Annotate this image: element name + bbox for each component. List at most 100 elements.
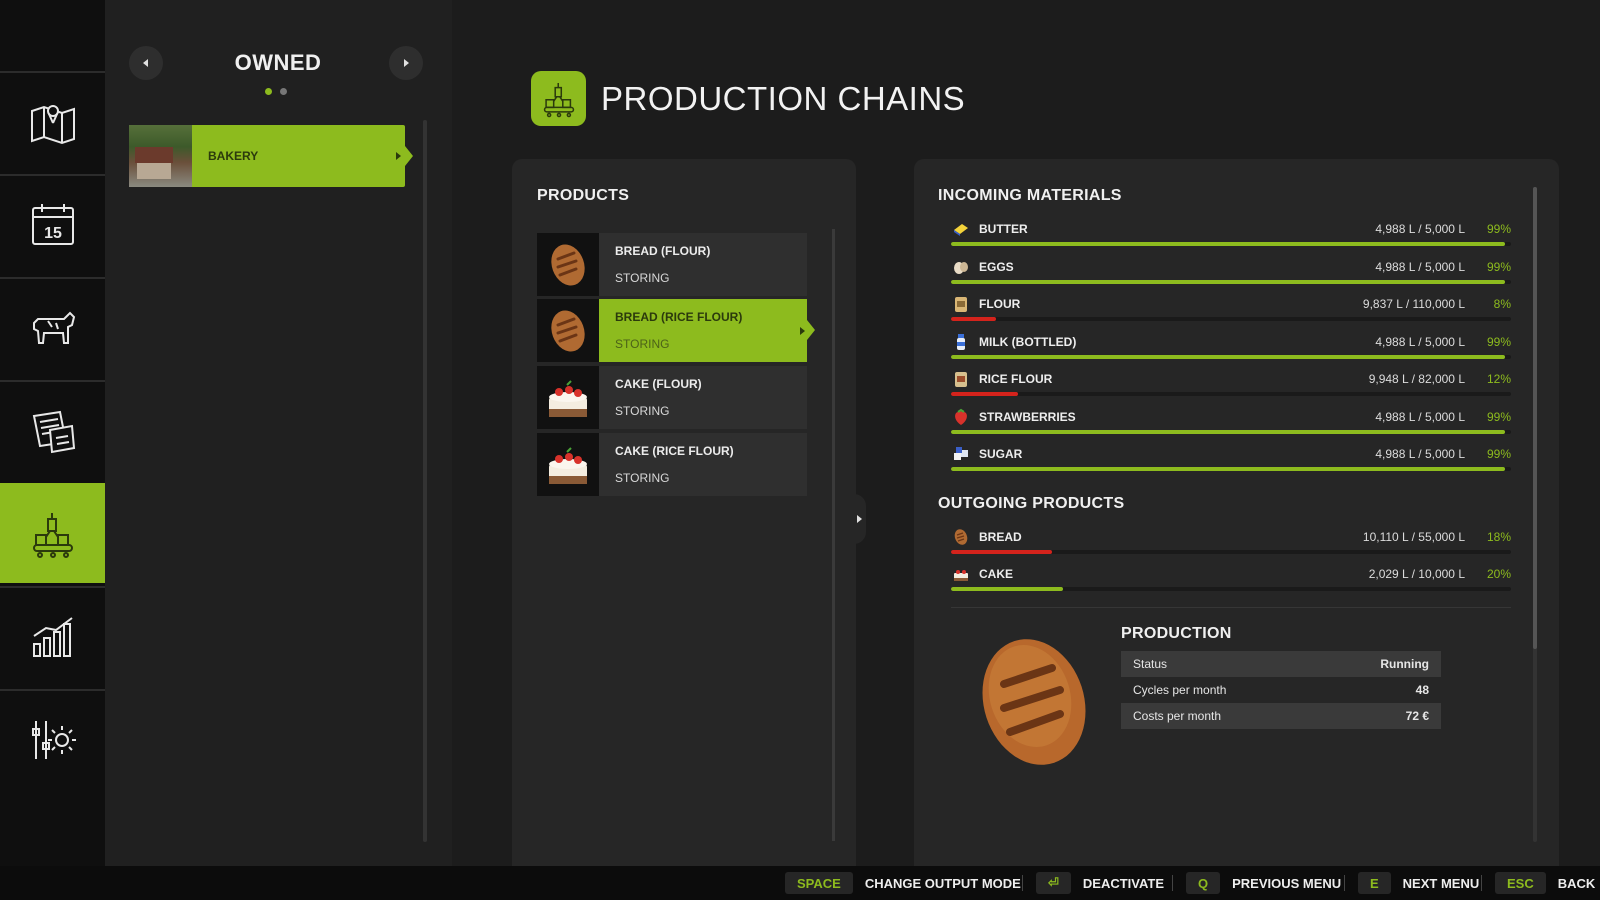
- cake-icon: [537, 366, 599, 429]
- fill-level: [951, 354, 1506, 359]
- material-row-sugar: SUGAR 4,988 L / 5,000 L 99%: [951, 444, 1511, 474]
- owned-panel: OWNED BAKERY: [105, 0, 452, 866]
- owned-scrollbar[interactable]: [423, 120, 427, 842]
- material-amount: 9,948 L / 82,000 L: [1368, 372, 1465, 386]
- product-status: STORING: [615, 404, 670, 418]
- main-nav: 15: [0, 0, 113, 866]
- hint-label: BACK: [1557, 875, 1596, 891]
- hint-previous-menu[interactable]: Q PREVIOUS MENU: [1186, 872, 1341, 894]
- fill-level-bar: [951, 467, 1511, 471]
- material-name: BUTTER: [979, 222, 1028, 236]
- material-percent: 99%: [1486, 222, 1511, 236]
- material-row-strawberries: STRAWBERRIES 4,988 L / 5,000 L 99%: [951, 407, 1511, 437]
- nav-item-contracts[interactable]: [0, 380, 105, 480]
- hint-label: CHANGE OUTPUT MODE: [864, 875, 1021, 891]
- details-scrollbar[interactable]: [1533, 187, 1537, 842]
- material-row-rice-flour: RICE FLOUR 9,948 L / 82,000 L 12%: [951, 369, 1511, 399]
- nav-item-production[interactable]: [0, 483, 113, 583]
- product-item-selected[interactable]: BREAD (RICE FLOUR) STORING: [537, 299, 815, 362]
- hint-back[interactable]: ESC BACK: [1495, 872, 1595, 894]
- calendar-icon: 15: [31, 204, 74, 245]
- fill-level: [951, 429, 1506, 434]
- material-name: STRAWBERRIES: [979, 409, 1076, 424]
- key-esc: ESC: [1495, 872, 1546, 894]
- material-name: CAKE: [979, 567, 1014, 581]
- owned-item-bakery[interactable]: BAKERY: [129, 125, 413, 187]
- key-enter: ⏎: [1036, 872, 1071, 894]
- flour-icon: [951, 294, 971, 314]
- fill-level-bar: [951, 392, 1511, 396]
- scrollbar-thumb[interactable]: [1533, 187, 1537, 649]
- fill-level: [951, 392, 1019, 396]
- page-dot-active[interactable]: [265, 88, 272, 95]
- fill-level-bar: [951, 429, 1511, 434]
- key-e: E: [1358, 872, 1391, 894]
- bakery-thumbnail: [129, 125, 192, 187]
- fill-level: [951, 279, 1506, 284]
- key-space: SPACE: [785, 872, 853, 894]
- cake-icon: [951, 564, 971, 584]
- hint-deactivate[interactable]: ⏎ DEACTIVATE: [1036, 872, 1164, 894]
- bread-icon: [537, 299, 599, 362]
- material-percent: 99%: [1486, 447, 1511, 461]
- product-name: BREAD (RICE FLOUR): [615, 310, 743, 324]
- production-heading: PRODUCTION: [1121, 625, 1232, 642]
- nav-item-calendar[interactable]: 15: [0, 174, 105, 274]
- cycles-row: Cycles per month 48: [1121, 677, 1441, 703]
- fill-level: [951, 317, 996, 321]
- eggs-icon: [951, 257, 971, 277]
- page-title: PRODUCTION CHAINS: [601, 80, 966, 117]
- status-value: Running: [1380, 657, 1429, 671]
- production-icon: [32, 513, 73, 558]
- hint-label: PREVIOUS MENU: [1232, 875, 1342, 891]
- cycles-value: 48: [1415, 683, 1429, 697]
- nav-item-map[interactable]: [0, 71, 105, 171]
- costs-row: Costs per month 72 €: [1121, 703, 1441, 729]
- material-name: EGGS: [979, 259, 1014, 274]
- cycles-label: Cycles per month: [1133, 683, 1227, 697]
- page-indicator: [265, 88, 287, 95]
- product-name: CAKE (RICE FLOUR): [615, 444, 734, 458]
- nav-item-settings[interactable]: [0, 689, 105, 789]
- next-category-button[interactable]: [389, 46, 423, 80]
- material-percent: 8%: [1493, 297, 1511, 311]
- hint-label: NEXT MENU: [1402, 875, 1480, 891]
- hint-change-output-mode[interactable]: SPACE CHANGE OUTPUT MODE: [785, 872, 1021, 894]
- fill-level: [951, 550, 1052, 554]
- material-amount: 4,988 L / 5,000 L: [1375, 334, 1465, 349]
- divider: [1172, 875, 1173, 891]
- material-row-bread: BREAD 10,110 L / 55,000 L 18%: [951, 527, 1511, 557]
- product-item[interactable]: CAKE (FLOUR) STORING: [537, 366, 807, 429]
- material-percent: 18%: [1486, 530, 1511, 544]
- material-name: MILK (BOTTLED): [979, 334, 1077, 349]
- butter-icon: [951, 219, 971, 239]
- page-dot[interactable]: [280, 88, 287, 95]
- fill-level: [951, 587, 1063, 591]
- collapse-panel-button[interactable]: [852, 494, 866, 544]
- material-amount: 4,988 L / 5,000 L: [1375, 447, 1465, 461]
- caret-right-icon: [396, 152, 401, 160]
- milk-icon: [951, 332, 971, 352]
- arrow-right-icon: [404, 59, 409, 67]
- product-item[interactable]: BREAD (FLOUR) STORING: [537, 233, 807, 296]
- product-name: CAKE (FLOUR): [615, 377, 702, 391]
- product-name: BREAD (FLOUR): [615, 244, 711, 258]
- product-item[interactable]: CAKE (RICE FLOUR) STORING: [537, 433, 807, 496]
- products-scrollbar[interactable]: [832, 229, 835, 841]
- material-name: FLOUR: [979, 297, 1021, 311]
- bread-icon: [951, 527, 971, 547]
- material-name: SUGAR: [979, 447, 1023, 461]
- production-info-table: Status Running Cycles per month 48 Costs…: [1121, 651, 1441, 729]
- hint-next-menu[interactable]: E NEXT MENU: [1358, 872, 1479, 894]
- material-row-flour: FLOUR 9,837 L / 110,000 L 8%: [951, 294, 1511, 324]
- rice-flour-icon: [951, 369, 971, 389]
- nav-item-animals[interactable]: [0, 277, 105, 377]
- product-bread-image: [974, 634, 1094, 774]
- bread-icon: [537, 233, 599, 296]
- divider: [951, 607, 1511, 608]
- nav-item-statistics[interactable]: [0, 586, 105, 686]
- fill-level-bar: [951, 242, 1511, 246]
- material-amount: 10,110 L / 55,000 L: [1362, 530, 1465, 544]
- material-row-eggs: EGGS 4,988 L / 5,000 L 99%: [951, 257, 1511, 287]
- details-panel: INCOMING MATERIALS BUTTER 4,988 L / 5,000…: [914, 159, 1559, 866]
